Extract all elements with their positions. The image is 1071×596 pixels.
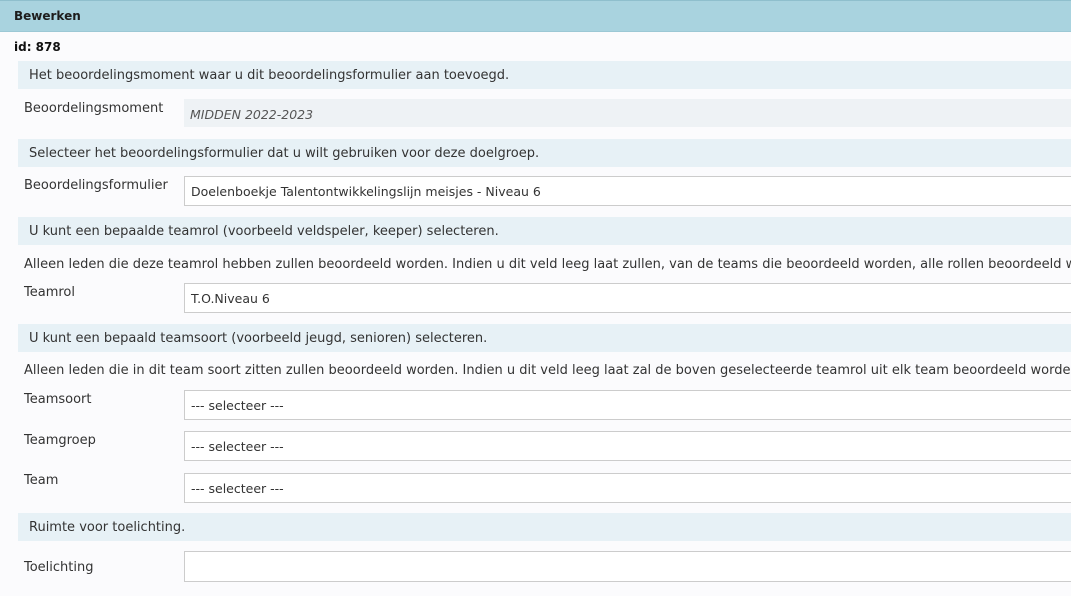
- teamgroep-select-value: --- selecteer ---: [191, 439, 284, 454]
- toelichting-label: Toelichting: [24, 560, 94, 575]
- section-header-teamrol-text: U kunt een bepaalde teamrol (voorbeeld v…: [29, 224, 499, 239]
- section-header-moment-text: Het beoordelingsmoment waar u dit beoord…: [29, 68, 510, 83]
- team-select[interactable]: --- selecteer ---: [184, 473, 1071, 503]
- record-id: id: 878: [14, 40, 61, 54]
- dialog-titlebar[interactable]: Bewerken: [0, 0, 1071, 32]
- teamrol-select[interactable]: T.O.Niveau 6: [184, 283, 1071, 313]
- teamsoort-label: Teamsoort: [24, 392, 92, 407]
- teamgroep-select[interactable]: --- selecteer ---: [184, 431, 1071, 461]
- toelichting-input[interactable]: [184, 551, 1071, 582]
- teamrol-label: Teamrol: [24, 285, 75, 300]
- beoordelingsmoment-value: MIDDEN 2022-2023: [184, 99, 1071, 127]
- beoordelingsformulier-label: Beoordelingsformulier: [24, 178, 168, 193]
- section-header-moment: Het beoordelingsmoment waar u dit beoord…: [18, 61, 1071, 89]
- team-label: Team: [24, 473, 59, 488]
- section-header-teamsoort-text: U kunt een bepaald teamsoort (voorbeeld …: [29, 331, 488, 346]
- teamsoort-select[interactable]: --- selecteer ---: [184, 390, 1071, 420]
- dialog-title: Bewerken: [14, 9, 81, 23]
- section-header-formulier-text: Selecteer het beoordelingsformulier dat …: [29, 146, 540, 161]
- section-header-toelichting-text: Ruimte voor toelichting.: [29, 520, 186, 535]
- beoordelingsmoment-label: Beoordelingsmoment: [24, 101, 164, 116]
- section-header-teamrol: U kunt een bepaalde teamrol (voorbeeld v…: [18, 217, 1071, 245]
- section-header-formulier: Selecteer het beoordelingsformulier dat …: [18, 139, 1071, 167]
- section-header-toelichting: Ruimte voor toelichting.: [18, 513, 1071, 541]
- team-select-value: --- selecteer ---: [191, 481, 284, 496]
- beoordelingsformulier-select-value: Doelenboekje Talentontwikkelingslijn mei…: [191, 184, 541, 199]
- teamrol-select-value: T.O.Niveau 6: [191, 291, 270, 306]
- teamgroep-label: Teamgroep: [24, 433, 96, 448]
- beoordelingsformulier-select[interactable]: Doelenboekje Talentontwikkelingslijn mei…: [184, 176, 1071, 206]
- teamrol-help-text: Alleen leden die deze teamrol hebben zul…: [24, 257, 1071, 272]
- teamsoort-help-text: Alleen leden die in dit team soort zitte…: [24, 363, 1071, 378]
- teamsoort-select-value: --- selecteer ---: [191, 398, 284, 413]
- beoordelingsmoment-value-text: MIDDEN 2022-2023: [190, 107, 314, 122]
- section-header-teamsoort: U kunt een bepaald teamsoort (voorbeeld …: [18, 324, 1071, 352]
